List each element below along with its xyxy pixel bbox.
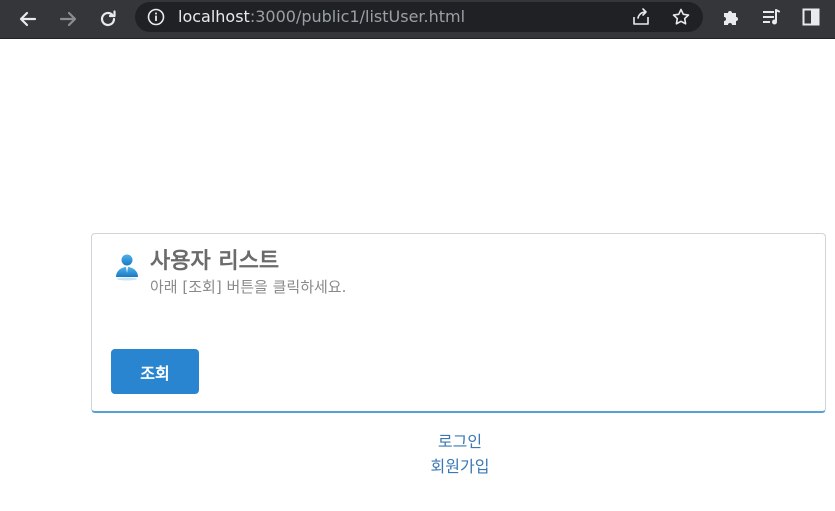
media-queue-icon[interactable] [760, 6, 782, 28]
browser-toolbar: localhost:3000/public1/listUser.html [0, 0, 835, 38]
forward-button[interactable] [54, 5, 82, 33]
reload-button[interactable] [94, 5, 122, 33]
instruction-text: 아래 [조회] 버튼을 클릭하세요. [150, 278, 347, 296]
share-icon[interactable] [631, 7, 651, 27]
puzzle-icon[interactable] [720, 6, 742, 28]
star-icon[interactable] [671, 7, 691, 27]
url-path: :3000/public1/listUser.html [249, 7, 466, 26]
page-title: 사용자 리스트 [150, 249, 280, 274]
forward-arrow-icon [59, 11, 77, 27]
info-icon[interactable] [147, 8, 165, 26]
login-link[interactable]: 로그인 [360, 429, 560, 454]
reload-icon [100, 10, 116, 27]
back-arrow-icon [19, 11, 37, 27]
user-icon [116, 254, 138, 281]
url-text: localhost:3000/public1/listUser.html [178, 7, 465, 27]
address-bar[interactable]: localhost:3000/public1/listUser.html [135, 2, 703, 32]
signup-link[interactable]: 회원가입 [360, 454, 560, 479]
user-list-card: 사용자 리스트 아래 [조회] 버튼을 클릭하세요. 조회 [91, 233, 826, 413]
query-button[interactable]: 조회 [111, 349, 199, 394]
back-button[interactable] [14, 5, 42, 33]
side-panel-icon[interactable] [800, 6, 822, 28]
footer-links: 로그인 회원가입 [360, 429, 560, 479]
url-host: localhost [178, 7, 250, 26]
